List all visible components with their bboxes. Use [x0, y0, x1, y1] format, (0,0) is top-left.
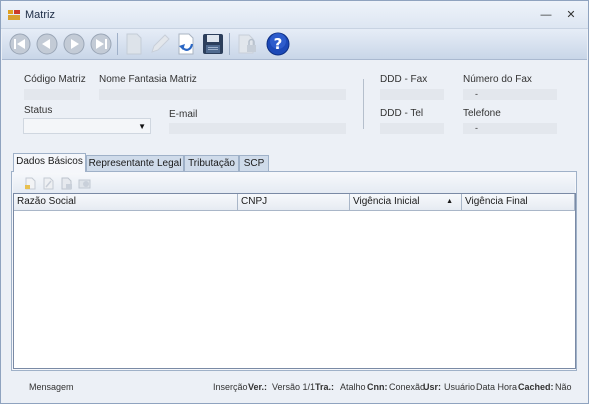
- undo-icon[interactable]: [174, 32, 198, 56]
- app-icon: [8, 10, 20, 20]
- tab-tributacao[interactable]: Tributação: [184, 155, 239, 171]
- codigo-matriz-field[interactable]: [24, 89, 80, 100]
- status-bar: Mensagem Inserção Ver.: Versão 1/1 Tra.:…: [2, 378, 587, 396]
- tab-representante-legal[interactable]: Representante Legal: [86, 155, 184, 171]
- save-floppy-icon[interactable]: [201, 32, 225, 56]
- column-header-cnpj[interactable]: CNPJ: [238, 194, 350, 211]
- lock-document-icon[interactable]: [235, 32, 259, 56]
- last-record-icon[interactable]: [89, 32, 113, 56]
- svg-text:?: ?: [274, 35, 283, 53]
- numero-fax-field[interactable]: -: [463, 89, 557, 100]
- delete-row-icon[interactable]: [60, 177, 73, 190]
- telefone-label: Telefone: [463, 108, 501, 119]
- help-icon[interactable]: ?: [266, 32, 290, 56]
- next-record-icon[interactable]: [62, 32, 86, 56]
- email-field[interactable]: [169, 123, 346, 134]
- email-label: E-mail: [169, 109, 198, 120]
- edit-row-icon[interactable]: [42, 177, 55, 190]
- ddd-tel-label: DDD - Tel: [380, 108, 424, 119]
- toolbar-separator: [117, 33, 118, 55]
- status-cached-label: Cached:: [518, 382, 554, 392]
- codigo-matriz-label: Código Matriz: [24, 74, 86, 85]
- prev-record-icon[interactable]: [35, 32, 59, 56]
- nome-fantasia-label: Nome Fantasia Matriz: [99, 74, 197, 85]
- status-datahora: Data Hora: [476, 382, 518, 392]
- title-bar: Matriz — ✕: [1, 1, 588, 29]
- status-insercao: Inserção: [213, 382, 248, 392]
- status-cnn-value: Conexão: [389, 382, 426, 392]
- column-header-label: Vigência Inicial: [353, 196, 420, 207]
- matriz-window: Matriz — ✕ ? Código Matriz Nome Fantasia…: [0, 0, 589, 404]
- status-label: Status: [24, 105, 53, 116]
- ddd-tel-field[interactable]: [380, 123, 444, 134]
- window-title: Matriz: [25, 9, 55, 21]
- status-tra-label: Tra.:: [315, 382, 335, 392]
- status-tra-value: Atalho: [340, 382, 366, 392]
- sort-ascending-icon: ▲: [446, 198, 453, 205]
- column-header-vigencia-final[interactable]: Vigência Final: [462, 194, 575, 211]
- status-mensagem: Mensagem: [29, 382, 74, 392]
- ddd-fax-field[interactable]: [380, 89, 444, 100]
- status-cached-value: Não: [555, 382, 572, 392]
- minimize-button[interactable]: —: [537, 7, 555, 23]
- dropdown-arrow-icon: ▼: [138, 122, 146, 131]
- status-usr-value: Usuário: [444, 382, 476, 392]
- edit-pencil-icon[interactable]: [148, 32, 172, 56]
- status-select[interactable]: ▼: [23, 118, 151, 134]
- ddd-fax-label: DDD - Fax: [380, 74, 428, 85]
- status-ver-label: Ver.:: [248, 382, 268, 392]
- close-button[interactable]: ✕: [562, 7, 580, 23]
- status-usr-label: Usr:: [423, 382, 442, 392]
- grid-toolbar: [13, 173, 575, 193]
- data-grid[interactable]: Razão Social CNPJ Vigência Inicial ▲ Vig…: [13, 193, 576, 369]
- toolbar: ?: [2, 29, 587, 60]
- first-record-icon[interactable]: [8, 32, 32, 56]
- status-cnn-label: Cnn:: [367, 382, 388, 392]
- column-header-vigencia-inicial[interactable]: Vigência Inicial ▲: [350, 194, 462, 211]
- toolbar-separator: [229, 33, 230, 55]
- tab-dados-basicos[interactable]: Dados Básicos: [13, 153, 86, 172]
- column-header-razao-social[interactable]: Razão Social: [14, 194, 238, 211]
- status-ver-value: Versão 1/1: [272, 382, 316, 392]
- nome-fantasia-field[interactable]: [99, 89, 346, 100]
- telefone-field[interactable]: -: [463, 123, 557, 134]
- refresh-row-icon[interactable]: [78, 177, 91, 190]
- add-row-icon[interactable]: [24, 177, 37, 190]
- tab-panel-dados-basicos: Razão Social CNPJ Vigência Inicial ▲ Vig…: [11, 171, 577, 371]
- vertical-divider: [363, 79, 364, 129]
- new-document-icon[interactable]: [122, 32, 146, 56]
- tab-scp[interactable]: SCP: [239, 155, 269, 171]
- numero-fax-label: Número do Fax: [463, 74, 532, 85]
